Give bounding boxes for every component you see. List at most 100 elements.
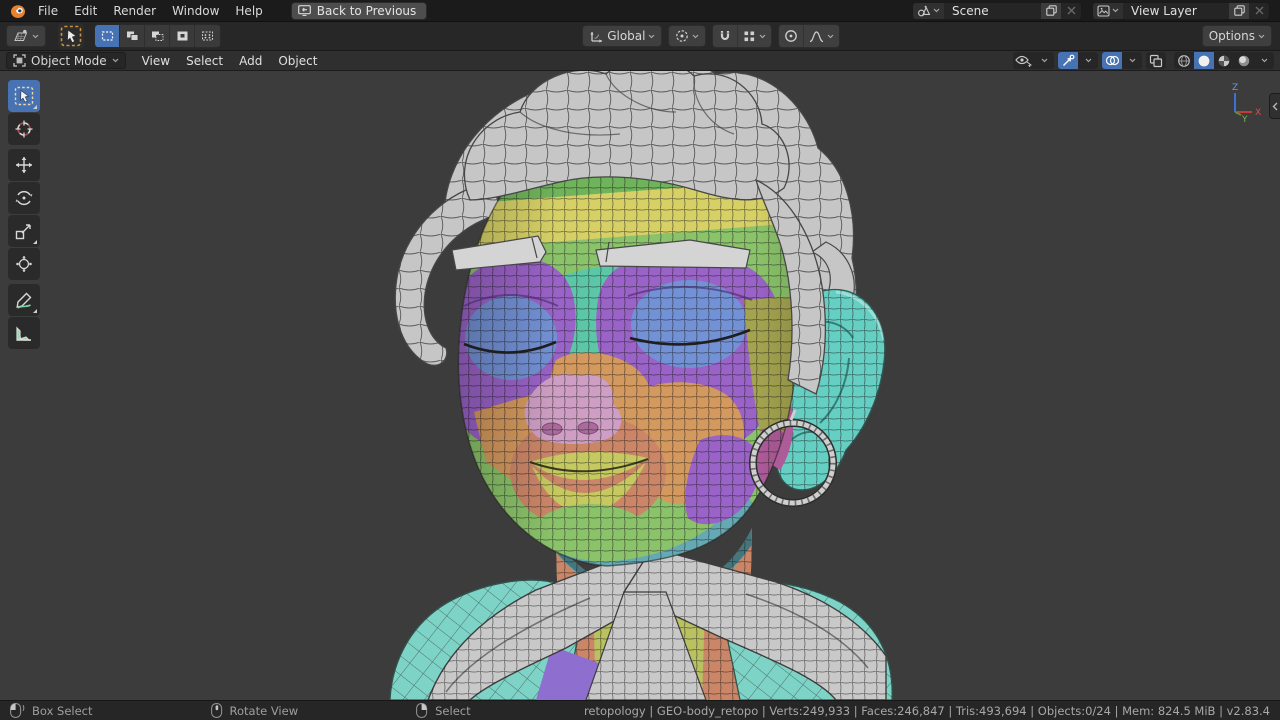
proportional-falloff-dropdown[interactable]: [803, 25, 839, 47]
blender-logo-icon[interactable]: [10, 3, 26, 19]
blender-window: File Edit Render Window Help Back to Pre…: [0, 0, 1280, 720]
menu-add[interactable]: Add: [231, 51, 270, 71]
view-layer-browse-button[interactable]: [1093, 3, 1123, 19]
transform-icon: [14, 254, 34, 274]
scene-selector[interactable]: Scene: [912, 2, 1082, 20]
mouse-left-drag-icon: [10, 703, 25, 718]
rendered-sphere-icon: [1237, 54, 1251, 68]
menu-file[interactable]: File: [30, 0, 66, 22]
scene-browse-button[interactable]: [913, 3, 944, 19]
transform-orientation-dropdown[interactable]: Global: [582, 25, 662, 47]
shading-rendered-button[interactable]: [1234, 52, 1254, 69]
gizmo-arrow-icon: [1061, 54, 1075, 68]
proportional-edit-group: [778, 24, 840, 48]
viewport-controls: [1013, 52, 1274, 69]
select-mode-group: [94, 24, 221, 48]
viewport-canvas[interactable]: [0, 71, 1280, 700]
active-tool-indicator[interactable]: [58, 23, 84, 49]
show-gizmos-toggle[interactable]: [1058, 52, 1078, 69]
toolbar: [8, 80, 40, 353]
back-to-previous-button[interactable]: Back to Previous: [291, 2, 428, 20]
shading-wireframe-button[interactable]: [1174, 52, 1194, 69]
chevron-down-icon: [692, 34, 699, 39]
tool-annotate[interactable]: [8, 284, 40, 316]
snap-target-dropdown[interactable]: [737, 25, 771, 47]
box-select-icon: [14, 86, 34, 106]
menu-view[interactable]: View: [134, 51, 178, 71]
options-dropdown[interactable]: Options: [1202, 25, 1272, 47]
mouse-right-icon: [416, 703, 428, 718]
orientation-label: Global: [607, 29, 645, 43]
menu-help[interactable]: Help: [227, 0, 270, 22]
select-mode-set[interactable]: [95, 25, 120, 47]
menu-edit[interactable]: Edit: [66, 0, 105, 22]
view-layer-name[interactable]: View Layer: [1123, 4, 1229, 18]
box-select-tool-icon: [60, 25, 82, 47]
tool-transform[interactable]: [8, 248, 40, 280]
visibility-dropdown[interactable]: [1013, 52, 1054, 69]
tool-scale[interactable]: [8, 215, 40, 247]
sidebar-expand-tab[interactable]: [1269, 93, 1280, 119]
hint-select: Select: [416, 703, 470, 718]
tool-cursor[interactable]: [8, 113, 40, 145]
axis-y-label: Y: [1241, 115, 1248, 123]
chevron-down-icon: [1261, 58, 1268, 63]
chevron-down-icon: [648, 34, 655, 39]
screen-back-icon: [298, 5, 311, 16]
xray-toggle[interactable]: [1146, 52, 1166, 69]
select-mode-intersect[interactable]: [195, 25, 220, 47]
mode-selector[interactable]: Object Mode: [6, 52, 126, 69]
measure-icon: [14, 323, 34, 343]
menu-render[interactable]: Render: [105, 0, 164, 22]
selectability-eye-icon: [1015, 54, 1032, 67]
shading-solid-button[interactable]: [1194, 52, 1214, 69]
proportional-edit-toggle[interactable]: [779, 25, 803, 47]
chevron-down-icon: [112, 58, 119, 63]
magnet-icon: [718, 29, 732, 43]
material-sphere-icon: [1217, 54, 1231, 68]
wireframe-sphere-icon: [1177, 54, 1191, 68]
tool-select-box[interactable]: [8, 80, 40, 112]
tool-rotate[interactable]: [8, 182, 40, 214]
select-mode-subtract[interactable]: [145, 25, 170, 47]
subtool-indicator: [33, 240, 37, 244]
chevron-down-icon: [1041, 58, 1048, 63]
overlays-icon: [1105, 54, 1120, 67]
view-layer-new-button[interactable]: [1229, 3, 1249, 19]
shading-material-button[interactable]: [1214, 52, 1234, 69]
chevron-down-icon: [1112, 8, 1119, 13]
axis-x-label: X: [1255, 108, 1261, 118]
scene-new-button[interactable]: [1041, 3, 1061, 19]
view-layer-remove-button[interactable]: [1249, 3, 1269, 19]
close-icon: [1255, 6, 1264, 15]
scale-icon: [14, 221, 34, 241]
axis-navigation-gizmo[interactable]: Z X Y: [1222, 81, 1266, 123]
menu-window[interactable]: Window: [164, 0, 227, 22]
show-overlays-toggle[interactable]: [1102, 52, 1122, 69]
editor-type-selector[interactable]: [6, 25, 46, 47]
hint-select-label: Select: [435, 704, 470, 718]
duplicate-icon: [1234, 5, 1245, 16]
snap-toggle[interactable]: [713, 25, 737, 47]
chevron-down-icon: [759, 34, 766, 39]
menu-object[interactable]: Object: [270, 51, 325, 71]
overlays-dropdown[interactable]: [1122, 52, 1142, 69]
viewport-3d[interactable]: Z X Y: [0, 71, 1280, 700]
pivot-point-dropdown[interactable]: [668, 25, 706, 47]
proportional-circle-icon: [784, 29, 798, 43]
gizmos-dropdown[interactable]: [1078, 52, 1098, 69]
xray-icon: [1149, 54, 1163, 68]
viewport-header: Object Mode View Select Add Object: [0, 51, 1280, 71]
view-layer-selector[interactable]: View Layer: [1092, 2, 1270, 20]
select-mode-extend[interactable]: [120, 25, 145, 47]
shading-dropdown[interactable]: [1254, 52, 1274, 69]
scene-unlink-button[interactable]: [1061, 3, 1081, 19]
select-mode-invert[interactable]: [170, 25, 195, 47]
menu-select[interactable]: Select: [178, 51, 231, 71]
scene-name[interactable]: Scene: [944, 4, 1041, 18]
chevron-down-icon: [1258, 34, 1265, 39]
statusbar: Box Select Rotate View Select retopology…: [0, 700, 1280, 720]
snapping-group: [712, 24, 772, 48]
tool-move[interactable]: [8, 149, 40, 181]
tool-measure[interactable]: [8, 317, 40, 349]
